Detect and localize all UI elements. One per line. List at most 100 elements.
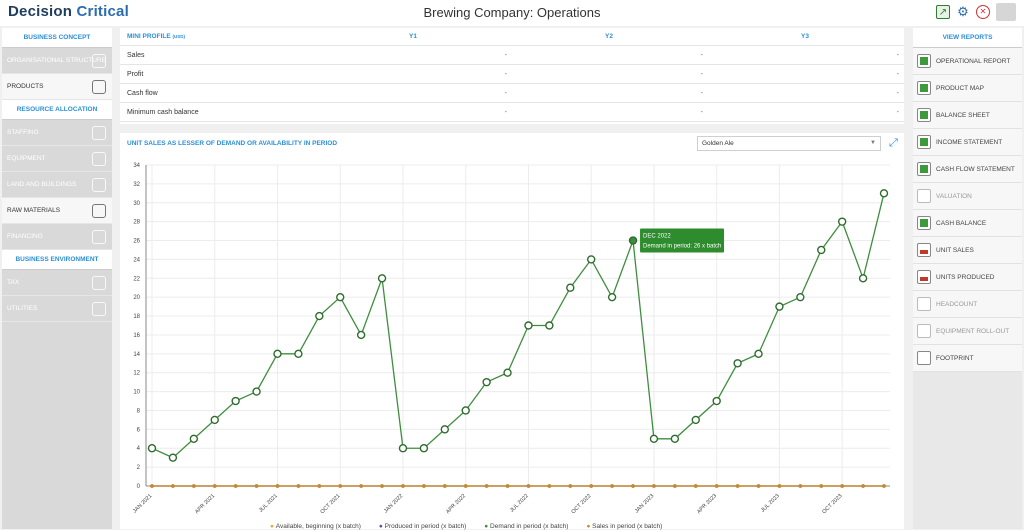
x-tick-label: OCT 2022 bbox=[570, 493, 592, 515]
cell-value: - bbox=[700, 108, 703, 116]
report-link-label: BALANCE SHEET bbox=[936, 111, 990, 119]
sidebar-item[interactable]: STAFFING bbox=[2, 120, 112, 146]
data-point bbox=[631, 484, 635, 488]
cell-value: - bbox=[700, 89, 703, 97]
demand-data-point bbox=[315, 311, 324, 321]
demand-data-point bbox=[398, 444, 408, 453]
y-tick-label: 18 bbox=[133, 314, 140, 320]
demand-data-point bbox=[775, 302, 784, 311]
sidebar-item[interactable]: TAX bbox=[2, 270, 112, 296]
y-tick-label: 0 bbox=[137, 484, 141, 490]
sidebar-item-label: FINANCING bbox=[7, 233, 43, 240]
data-point bbox=[547, 484, 552, 488]
report-link[interactable]: EQUIPMENT ROLL-OUT bbox=[913, 318, 1022, 345]
y-tick-label: 16 bbox=[133, 333, 140, 339]
gear-icon[interactable]: ⚙ bbox=[956, 5, 970, 19]
row-label: Sales bbox=[127, 51, 145, 59]
sidebar-item[interactable]: ORGANISATIONAL STRUCTURE bbox=[2, 48, 112, 74]
sidebar-item[interactable]: EQUIPMENT bbox=[2, 146, 112, 172]
app-header: Decision Critical Brewing Company: Opera… bbox=[0, 0, 1024, 26]
data-point bbox=[777, 484, 782, 488]
y-tick-label: 28 bbox=[133, 220, 140, 226]
sidebar-item-icon bbox=[92, 54, 106, 68]
demand-data-point bbox=[817, 245, 826, 255]
header-toolbar: ↗ ⚙ ✕ bbox=[936, 3, 1016, 21]
equipment-rollout-icon bbox=[917, 324, 931, 338]
report-link[interactable]: FOOTPRINT bbox=[913, 345, 1022, 372]
report-link[interactable]: CASH FLOW STATEMENT bbox=[913, 156, 1022, 183]
demand-data-point bbox=[336, 292, 345, 302]
x-tick-label: JUL 2023 bbox=[760, 493, 781, 514]
cell-value: - bbox=[700, 51, 703, 59]
demand-data-point bbox=[837, 217, 847, 226]
data-point bbox=[526, 484, 531, 488]
report-link[interactable]: UNIT SALES bbox=[913, 237, 1022, 264]
y-tick-label: 22 bbox=[133, 276, 140, 282]
report-link[interactable]: VALUATION bbox=[913, 183, 1022, 210]
footprint-icon bbox=[917, 351, 931, 365]
report-link-label: INCOME STATEMENT bbox=[936, 138, 1003, 146]
y-tick-label: 12 bbox=[133, 371, 140, 377]
sidebar-item[interactable]: UTILITIES bbox=[2, 296, 112, 322]
x-tick-label: APR 2023 bbox=[696, 493, 718, 515]
demand-data-point bbox=[796, 292, 805, 302]
report-link-label: HEADCOUNT bbox=[936, 300, 978, 308]
report-link[interactable]: CASH BALANCE bbox=[913, 210, 1022, 237]
report-link-label: CASH FLOW STATEMENT bbox=[936, 165, 1015, 173]
data-point bbox=[735, 484, 740, 488]
page-title: Brewing Company: Operations bbox=[423, 5, 601, 20]
sidebar-item-label: EQUIPMENT bbox=[7, 155, 46, 162]
avatar[interactable] bbox=[996, 3, 1016, 21]
close-icon[interactable]: ✕ bbox=[976, 5, 990, 19]
sidebar-section-heading: BUSINESS ENVIRONMENT bbox=[2, 250, 112, 270]
demand-series-line bbox=[151, 193, 885, 459]
data-point bbox=[861, 484, 865, 488]
demand-data-point bbox=[440, 425, 449, 434]
y-tick-label: 14 bbox=[133, 352, 140, 358]
income-statement-icon bbox=[917, 135, 931, 149]
cell-value: - bbox=[896, 108, 899, 116]
row-label: Minimum cash balance bbox=[127, 108, 199, 116]
demand-data-point bbox=[587, 255, 596, 264]
report-link[interactable]: UNITS PRODUCED bbox=[913, 264, 1022, 291]
cell-value: - bbox=[896, 51, 899, 59]
table-row: Minimum cash balance - - - bbox=[120, 103, 904, 122]
sidebar-item-icon bbox=[92, 230, 106, 244]
report-link[interactable]: INCOME STATEMENT bbox=[913, 129, 1022, 156]
sidebar-item[interactable]: LAND AND BUILDINGS bbox=[2, 172, 112, 198]
expand-icon[interactable]: ⤢ bbox=[889, 137, 901, 149]
demand-data-point bbox=[712, 396, 721, 406]
cell-value: - bbox=[504, 108, 507, 116]
data-point bbox=[254, 484, 259, 488]
report-link-label: UNITS PRODUCED bbox=[936, 273, 995, 281]
report-link[interactable]: PRODUCT MAP bbox=[913, 75, 1022, 102]
demand-data-point bbox=[482, 377, 491, 387]
cell-value: - bbox=[504, 89, 507, 97]
y-tick-label: 34 bbox=[133, 163, 140, 169]
y-tick-label: 10 bbox=[133, 390, 140, 396]
x-tick-label: JUL 2022 bbox=[509, 493, 530, 514]
row-label: Profit bbox=[127, 70, 144, 78]
data-point bbox=[673, 484, 677, 488]
sidebar-item[interactable]: FINANCING bbox=[2, 224, 112, 250]
data-point bbox=[338, 484, 343, 488]
y-tick-label: 20 bbox=[133, 295, 140, 301]
demand-data-point bbox=[607, 292, 617, 302]
unit-sales-icon bbox=[917, 243, 931, 257]
x-tick-label: JUL 2021 bbox=[258, 493, 279, 514]
sidebar-item[interactable]: PRODUCTS bbox=[2, 74, 112, 100]
product-select[interactable]: Golden Ale ▼ bbox=[697, 136, 881, 151]
data-point bbox=[171, 484, 175, 488]
export-excel-icon[interactable]: ↗ bbox=[936, 5, 950, 19]
sidebar-item[interactable]: RAW MATERIALS bbox=[2, 198, 112, 224]
left-sidebar: BUSINESS CONCEPT ORGANISATIONAL STRUCTURE… bbox=[2, 28, 112, 529]
data-point bbox=[882, 484, 886, 488]
report-link[interactable]: HEADCOUNT bbox=[913, 291, 1022, 318]
view-reports-heading: VIEW REPORTS bbox=[913, 28, 1022, 48]
column-header-y3: Y3 bbox=[801, 33, 809, 40]
demand-data-point bbox=[377, 274, 387, 283]
report-link[interactable]: BALANCE SHEET bbox=[913, 102, 1022, 129]
data-point bbox=[296, 484, 301, 488]
report-link[interactable]: OPERATIONAL REPORT bbox=[913, 48, 1022, 75]
report-link-label: VALUATION bbox=[936, 192, 972, 200]
